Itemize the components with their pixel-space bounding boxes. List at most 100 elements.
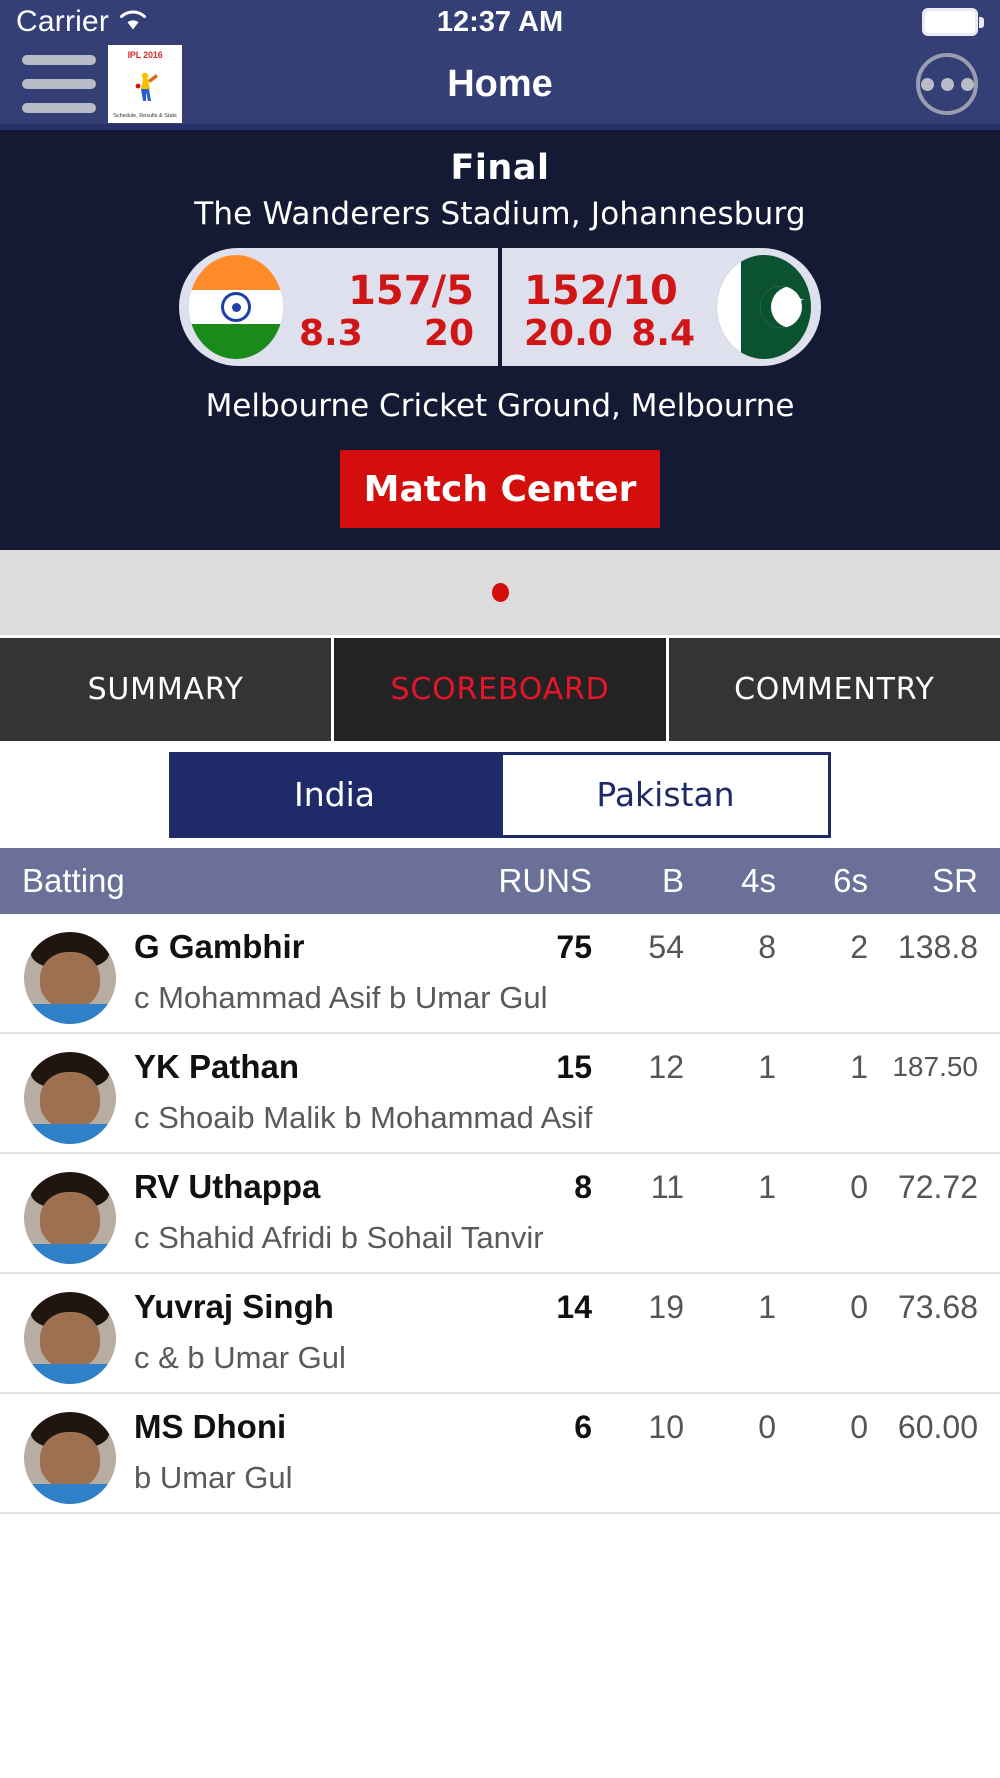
team-b-numbers: 152/10 20.0 8.4 (502, 248, 717, 366)
player-name: MS Dhoni (134, 1408, 460, 1446)
navigation-bar: IPL 2016 Schedule, Results & Stats Home (0, 44, 1000, 130)
player-balls: 11 (592, 1169, 684, 1206)
player-dismissal: c Shoaib Malik b Mohammad Asif (134, 1100, 978, 1136)
player-avatar (24, 1412, 116, 1504)
player-balls: 10 (592, 1409, 684, 1446)
player-sixes: 1 (776, 1049, 868, 1086)
player-stats-line: RV Uthappa 8 11 1 0 72.72 (22, 1168, 978, 1206)
carrier-label: Carrier (16, 5, 109, 39)
player-balls: 54 (592, 929, 684, 966)
player-stats-line: MS Dhoni 6 10 0 0 60.00 (22, 1408, 978, 1446)
player-name: Yuvraj Singh (134, 1288, 460, 1326)
player-runs: 15 (460, 1049, 592, 1086)
status-bar-left: Carrier (16, 5, 148, 39)
app-logo[interactable]: IPL 2016 Schedule, Results & Stats (108, 45, 182, 123)
player-balls: 12 (592, 1049, 684, 1086)
player-dismissal: c Shahid Afridi b Sohail Tanvir (134, 1220, 978, 1256)
status-bar-clock: 12:37 AM (0, 6, 1000, 39)
table-row[interactable]: YK Pathan 15 12 1 1 187.50 c Shoaib Mali… (0, 1034, 1000, 1154)
india-flag-icon (189, 255, 283, 359)
player-avatar (24, 1052, 116, 1144)
player-name: RV Uthappa (134, 1168, 460, 1206)
match-venue-top: The Wanderers Stadium, Johannesburg (0, 196, 1000, 232)
player-fours: 1 (684, 1169, 776, 1206)
match-center-button[interactable]: Match Center (340, 450, 660, 528)
batting-table-header: Batting RUNS B 4s 6s SR (0, 848, 1000, 914)
team-b-score: 152/10 (524, 268, 678, 314)
battery-full-icon (922, 8, 984, 36)
player-fours: 0 (684, 1409, 776, 1446)
table-row[interactable]: MS Dhoni 6 10 0 0 60.00 b Umar Gul (0, 1394, 1000, 1514)
player-runs: 75 (460, 929, 592, 966)
cricket-batsman-icon (128, 70, 162, 104)
logo-subtitle: Schedule, Results & Stats (113, 113, 177, 120)
player-name: YK Pathan (134, 1048, 460, 1086)
match-stage-label: Final (0, 148, 1000, 188)
team-toggle-pakistan[interactable]: Pakistan (500, 752, 831, 838)
player-fours: 1 (684, 1049, 776, 1086)
player-sixes: 0 (776, 1409, 868, 1446)
column-header-runs: RUNS (460, 862, 592, 900)
match-summary-card: Final The Wanderers Stadium, Johannesbur… (0, 130, 1000, 550)
logo-title: IPL 2016 (128, 50, 163, 60)
team-b-run-rate: 8.4 (631, 313, 695, 354)
player-name: G Gambhir (134, 928, 460, 966)
team-a-run-rate: 8.3 (299, 313, 363, 354)
player-avatar (24, 932, 116, 1024)
player-dismissal: c & b Umar Gul (134, 1340, 978, 1376)
player-runs: 6 (460, 1409, 592, 1446)
hamburger-menu-icon[interactable] (22, 55, 96, 113)
column-header-strike-rate: SR (868, 862, 978, 900)
player-strike-rate: 138.8 (868, 929, 978, 966)
player-strike-rate: 187.50 (868, 1051, 978, 1083)
status-bar-right (922, 8, 984, 36)
player-fours: 1 (684, 1289, 776, 1326)
carousel-dot-active[interactable] (492, 583, 509, 602)
match-venue-bottom: Melbourne Cricket Ground, Melbourne (0, 388, 1000, 424)
team-a-score-section: 157/5 8.3 20 (179, 248, 498, 366)
tab-commentry[interactable]: COMMENTRY (669, 638, 1000, 741)
team-a-score: 157/5 (348, 268, 474, 314)
team-a-numbers: 157/5 8.3 20 (283, 248, 498, 366)
player-runs: 14 (460, 1289, 592, 1326)
team-b-score-section: 152/10 20.0 8.4 ✦ (502, 248, 821, 366)
app-screen: Carrier 12:37 AM IPL 2016 (0, 0, 1000, 1778)
player-avatar (24, 1292, 116, 1384)
player-sixes: 2 (776, 929, 868, 966)
wifi-icon (118, 8, 148, 37)
player-strike-rate: 73.68 (868, 1289, 978, 1326)
batting-table-body: G Gambhir 75 54 8 2 138.8 c Mohammad Asi… (0, 914, 1000, 1514)
tab-scoreboard[interactable]: SCOREBOARD (334, 638, 668, 741)
section-tabs: SUMMARY SCOREBOARD COMMENTRY (0, 638, 1000, 741)
more-options-icon[interactable] (916, 53, 978, 115)
table-row[interactable]: Yuvraj Singh 14 19 1 0 73.68 c & b Umar … (0, 1274, 1000, 1394)
pakistan-flag-icon: ✦ (717, 255, 811, 359)
player-dismissal: b Umar Gul (134, 1460, 978, 1496)
player-balls: 19 (592, 1289, 684, 1326)
player-avatar (24, 1172, 116, 1264)
table-row[interactable]: G Gambhir 75 54 8 2 138.8 c Mohammad Asi… (0, 914, 1000, 1034)
column-header-batting: Batting (22, 862, 460, 900)
player-stats-line: G Gambhir 75 54 8 2 138.8 (22, 928, 978, 966)
player-strike-rate: 72.72 (868, 1169, 978, 1206)
player-stats-line: Yuvraj Singh 14 19 1 0 73.68 (22, 1288, 978, 1326)
column-header-sixes: 6s (776, 862, 868, 900)
player-dismissal: c Mohammad Asif b Umar Gul (134, 980, 978, 1016)
team-b-overs: 20.0 (524, 313, 613, 354)
carousel-page-indicator (0, 550, 1000, 638)
team-a-overs: 20 (424, 313, 474, 354)
player-strike-rate: 60.00 (868, 1409, 978, 1446)
player-stats-line: YK Pathan 15 12 1 1 187.50 (22, 1048, 978, 1086)
player-runs: 8 (460, 1169, 592, 1206)
column-header-fours: 4s (684, 862, 776, 900)
player-sixes: 0 (776, 1169, 868, 1206)
player-fours: 8 (684, 929, 776, 966)
player-sixes: 0 (776, 1289, 868, 1326)
table-row[interactable]: RV Uthappa 8 11 1 0 72.72 c Shahid Afrid… (0, 1154, 1000, 1274)
score-pill[interactable]: 157/5 8.3 20 152/10 20.0 8.4 ✦ (179, 248, 821, 366)
team-toggle-group: India Pakistan (0, 741, 1000, 848)
column-header-balls: B (592, 862, 684, 900)
status-bar: Carrier 12:37 AM (0, 0, 1000, 44)
team-toggle-india[interactable]: India (169, 752, 500, 838)
tab-summary[interactable]: SUMMARY (0, 638, 334, 741)
